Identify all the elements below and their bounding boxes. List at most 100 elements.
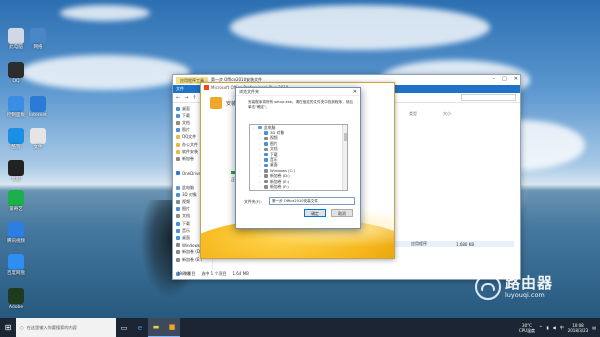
desktop-icon[interactable]: 爱奇艺	[2, 190, 30, 212]
folder-icon	[264, 136, 268, 141]
folder-icon	[176, 156, 180, 161]
ok-button[interactable]: 确定	[304, 209, 326, 217]
folder-icon	[176, 135, 180, 140]
chevron-right-icon[interactable]: ›	[259, 147, 262, 151]
desktop-icon[interactable]: 百度网盘	[2, 254, 30, 276]
folder-input[interactable]: 第一步 Office2010安装文件	[269, 197, 355, 205]
folder-icon	[176, 142, 180, 147]
tree-item-label: 新加卷 (F:)	[270, 184, 289, 189]
cloud	[60, 5, 150, 21]
desktop-icon-label: 控制面板	[7, 113, 25, 118]
network-icon[interactable]: ▮	[546, 325, 548, 330]
folder-icon	[176, 228, 180, 233]
chevron-right-icon[interactable]: ›	[259, 136, 262, 140]
chevron-right-icon[interactable]: ›	[259, 174, 262, 178]
file-explorer-taskbar-icon[interactable]: ▬	[148, 318, 164, 337]
sidebar-item-label: 图片	[182, 127, 190, 133]
folder-tree[interactable]: › 此电脑 › 3D 对象 › 视频 › 图片 › 文档 › 下载 › 音乐 › 桌面 › Windows (C:…	[249, 124, 348, 191]
maximize-icon[interactable]: □	[502, 76, 507, 82]
folder-icon	[264, 185, 268, 189]
sidebar-item-label: QQ文件	[182, 134, 197, 140]
office-installer-taskbar-icon[interactable]: ■	[164, 318, 180, 337]
task-view-icon[interactable]: ▭	[116, 318, 132, 337]
edge-icon[interactable]: e	[132, 318, 148, 337]
folder-icon	[176, 250, 180, 255]
folder-icon	[176, 171, 180, 176]
close-icon[interactable]: ✕	[514, 76, 518, 82]
desktop-icon-label: 爱奇艺	[9, 207, 23, 212]
folder-icon	[176, 106, 180, 111]
scrollbar[interactable]	[342, 125, 347, 190]
cancel-button[interactable]: 取消	[331, 209, 353, 217]
sidebar-item-label: 下载	[182, 112, 190, 118]
tree-item[interactable]: › 新加卷 (F:)	[250, 184, 347, 189]
desktop-icon-label: Internet	[29, 113, 47, 118]
sidebar-item-label: 桌面	[182, 105, 190, 111]
chevron-right-icon[interactable]: ›	[259, 185, 262, 189]
start-button[interactable]: ⊞	[0, 318, 16, 337]
desktop-icon[interactable]: Internet	[24, 96, 52, 118]
desktop-icon[interactable]: 网络	[24, 28, 52, 50]
desktop-icon-label: 网络	[33, 45, 43, 50]
taskbar-search[interactable]: ○ 在这里输入你要搜索的内容	[16, 318, 116, 337]
sidebar-item-label: 图片	[182, 206, 190, 212]
clock[interactable]: 10:08 2018/3/23	[568, 323, 589, 333]
file-type: 应用程序	[411, 241, 427, 246]
volume-icon[interactable]: ◀	[553, 325, 556, 330]
file-menu[interactable]: 文件	[176, 86, 184, 92]
desktop-icon[interactable]: Adobe	[2, 288, 30, 310]
dialog-message: 安装程序将所有 setup.exe。请在指定的文件夹中找到程序，然后单击"确定"…	[248, 100, 353, 109]
folder-icon	[176, 120, 180, 125]
up-icon[interactable]: ↑	[192, 95, 196, 101]
folder-icon	[264, 174, 268, 178]
scrollbar-thumb[interactable]	[344, 133, 347, 141]
chevron-right-icon[interactable]: ›	[259, 131, 262, 135]
sidebar-item-label: 办公文件	[182, 141, 198, 147]
taskbar: ⊞ ○ 在这里输入你要搜索的内容 ▭ e ▬ ■ 30°C CPU温度 ^ ▮ …	[0, 318, 600, 337]
folder-icon	[264, 142, 268, 146]
forward-icon[interactable]: →	[184, 95, 188, 101]
status-bar: 19 个项目 选中 1 个项目 1.64 MB	[177, 271, 249, 277]
desktop-icon[interactable]: QQ	[2, 62, 30, 84]
column-header[interactable]: 大小	[443, 111, 451, 117]
sidebar-item-label: 软件安装	[182, 148, 198, 154]
status-item-count: 19 个项目	[177, 271, 196, 276]
chevron-up-icon[interactable]: ^	[539, 325, 542, 330]
sidebar-item-label: 文档	[182, 213, 190, 219]
search-input[interactable]	[461, 94, 516, 101]
search-icon: ○	[20, 325, 24, 330]
close-icon[interactable]: ✕	[353, 89, 357, 95]
desktop-icon-label: 腾讯视频	[7, 239, 25, 244]
folder-icon	[176, 185, 180, 190]
folder-icon	[264, 152, 268, 157]
cpu-temp-label: CPU温度	[518, 327, 536, 333]
desktop-icon[interactable]: 文件	[24, 128, 52, 150]
chevron-right-icon[interactable]: ›	[259, 158, 262, 162]
chevron-right-icon[interactable]: ›	[259, 180, 262, 184]
router-logo-icon	[475, 274, 501, 300]
folder-icon	[176, 235, 180, 240]
cloud	[230, 5, 490, 50]
qq-icon	[8, 62, 24, 78]
chevron-right-icon[interactable]: ›	[259, 153, 262, 157]
browse-folder-dialog: 浏览文件夹 ✕ 安装程序将所有 setup.exe。请在指定的文件夹中找到程序，…	[235, 87, 361, 229]
ime-icon[interactable]: 中	[560, 325, 564, 331]
desktop-icon-label: 酷狗	[11, 145, 21, 150]
folder-icon	[176, 200, 180, 205]
column-header[interactable]: 类型	[409, 111, 417, 117]
minimize-icon[interactable]: –	[493, 76, 496, 82]
folder-icon	[264, 147, 268, 151]
watermark: 路由器 luyouqi.com	[475, 274, 553, 300]
folder-icon	[264, 131, 268, 135]
iqiyi-icon	[8, 190, 24, 206]
column-headers: 类型 大小	[409, 111, 451, 117]
chevron-right-icon[interactable]: ›	[259, 169, 262, 173]
folder-icon	[176, 192, 180, 197]
desktop-icon[interactable]: 腾讯视频	[2, 222, 30, 244]
notification-icon[interactable]: ▤	[592, 325, 596, 330]
back-icon[interactable]: ←	[176, 95, 180, 101]
chevron-right-icon[interactable]: ›	[259, 163, 262, 167]
chevron-right-icon[interactable]: ›	[253, 126, 256, 130]
desktop-icon[interactable]: 优酷	[2, 160, 30, 182]
chevron-right-icon[interactable]: ›	[259, 142, 262, 146]
